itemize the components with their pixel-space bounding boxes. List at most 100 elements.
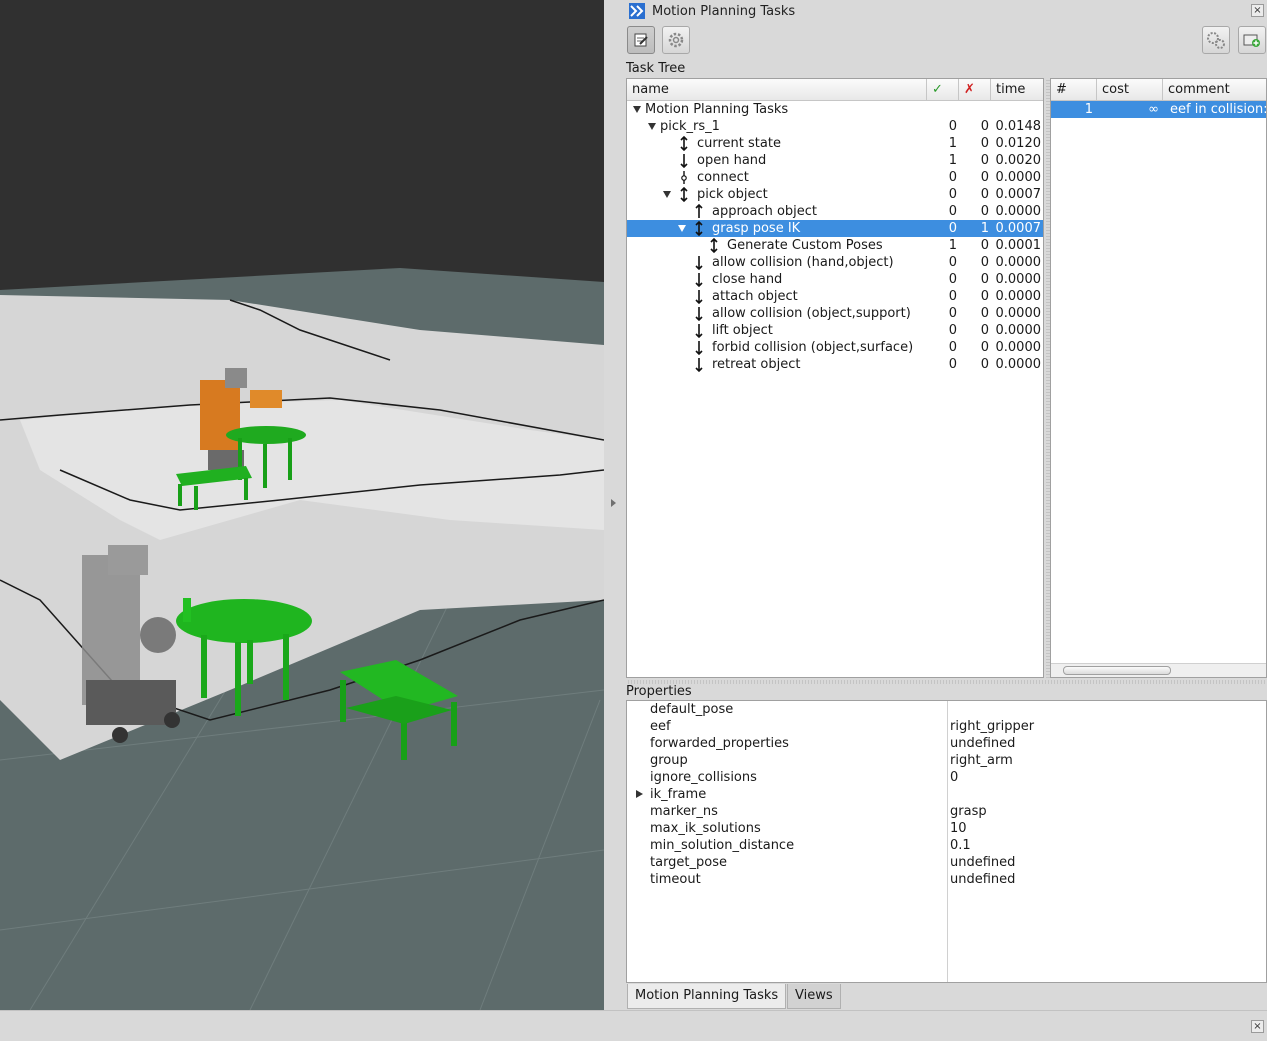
row-name: attach object xyxy=(712,289,798,304)
tree-row[interactable]: Generate Custom Poses 1 0 0.0001 xyxy=(627,237,1043,254)
tab-views[interactable]: Views xyxy=(787,984,841,1009)
task-tree[interactable]: name ✓ ✗ time Motion Planning Tasks pick… xyxy=(626,78,1044,678)
property-value[interactable]: 0.1 xyxy=(950,837,971,854)
row-name: retreat object xyxy=(712,357,801,372)
tree-row[interactable]: pick_rs_1 0 0 0.0148 xyxy=(627,118,1043,135)
property-row[interactable]: target_pose undefined xyxy=(627,854,1266,871)
row-time: 0.0000 xyxy=(995,323,1042,338)
panel-title-bar[interactable]: Motion Planning Tasks xyxy=(626,0,1267,22)
connect-icon xyxy=(681,171,687,184)
horizontal-scrollbar[interactable] xyxy=(1051,663,1266,677)
status-close-icon[interactable]: × xyxy=(1251,1020,1264,1033)
expand-triangle-icon[interactable] xyxy=(663,191,671,198)
row-failure-count: 0 xyxy=(980,340,989,355)
properties-table[interactable]: default_pose eef right_gripper forwarded… xyxy=(626,700,1267,983)
down-arrow-icon xyxy=(680,154,688,169)
tree-row[interactable]: connect 0 0 0.0000 xyxy=(627,169,1043,186)
edit-mode-button[interactable] xyxy=(627,26,655,54)
tab-motion-planning-tasks[interactable]: Motion Planning Tasks xyxy=(627,984,787,1009)
row-success-count: 0 xyxy=(948,221,957,236)
tree-row[interactable]: retreat object 0 0 0.0000 xyxy=(627,356,1043,373)
row-time: 0.0000 xyxy=(995,306,1042,321)
tree-row[interactable]: forbid collision (object,surface) 0 0 0.… xyxy=(627,339,1043,356)
property-row[interactable]: group right_arm xyxy=(627,752,1266,769)
row-time: 0.0000 xyxy=(995,289,1042,304)
tree-row[interactable]: allow collision (hand,object) 0 0 0.0000 xyxy=(627,254,1043,271)
tree-row[interactable]: Motion Planning Tasks xyxy=(627,101,1043,118)
add-panel-icon xyxy=(1243,34,1260,47)
tree-row[interactable]: close hand 0 0 0.0000 xyxy=(627,271,1043,288)
row-success-count: 0 xyxy=(948,204,957,219)
row-failure-count: 0 xyxy=(980,238,989,253)
expand-triangle-icon[interactable] xyxy=(636,790,643,798)
tree-row[interactable]: allow collision (object,support) 0 0 0.0… xyxy=(627,305,1043,322)
property-value[interactable]: right_gripper xyxy=(950,718,1034,735)
row-time: 0.0120 xyxy=(995,136,1042,151)
expand-triangle-icon[interactable] xyxy=(678,225,686,232)
property-key: eef xyxy=(650,719,671,734)
expand-triangle-icon[interactable] xyxy=(633,106,641,113)
property-row[interactable]: eef right_gripper xyxy=(627,718,1266,735)
property-key: group xyxy=(650,753,688,768)
tree-row[interactable]: current state 1 0 0.0120 xyxy=(627,135,1043,152)
property-value[interactable]: right_arm xyxy=(950,752,1013,769)
dock-splitter[interactable] xyxy=(604,0,626,1010)
property-row[interactable]: timeout undefined xyxy=(627,871,1266,888)
property-value[interactable]: 10 xyxy=(950,820,967,837)
row-success-count: 1 xyxy=(948,238,957,253)
tree-row[interactable]: open hand 1 0 0.0020 xyxy=(627,152,1043,169)
down-arrow-icon xyxy=(695,256,703,271)
property-row[interactable]: forwarded_properties undefined xyxy=(627,735,1266,752)
solution-cost: ∞ xyxy=(1148,102,1159,117)
row-time: 0.0000 xyxy=(995,255,1042,270)
row-name: allow collision (object,support) xyxy=(712,306,911,321)
tree-row[interactable]: pick object 0 0 0.0007 xyxy=(627,186,1043,203)
row-success-count: 0 xyxy=(948,255,957,270)
row-success-count: 0 xyxy=(948,119,957,134)
row-failure-count: 0 xyxy=(980,187,989,202)
tree-row[interactable]: lift object 0 0 0.0000 xyxy=(627,322,1043,339)
row-name: Motion Planning Tasks xyxy=(645,102,789,117)
solutions-list[interactable]: # cost comment 1 ∞ eef in collision: xyxy=(1050,78,1267,678)
property-value[interactable]: undefined xyxy=(950,871,1015,888)
3d-viewport[interactable] xyxy=(0,0,604,1010)
expand-triangle-icon[interactable] xyxy=(648,123,656,130)
horizontal-splitter[interactable] xyxy=(626,680,1267,684)
scrollbar-thumb[interactable] xyxy=(1063,666,1171,675)
property-value[interactable]: grasp xyxy=(950,803,987,820)
tree-row[interactable]: attach object 0 0 0.0000 xyxy=(627,288,1043,305)
row-time: 0.0000 xyxy=(995,272,1042,287)
row-name: forbid collision (object,surface) xyxy=(712,340,914,355)
property-value[interactable]: undefined xyxy=(950,735,1015,752)
column-header-time[interactable]: time xyxy=(991,79,1043,101)
panel-close-icon[interactable]: × xyxy=(1251,4,1264,17)
column-header-comment[interactable]: comment xyxy=(1163,79,1266,101)
property-row[interactable]: min_solution_distance 0.1 xyxy=(627,837,1266,854)
property-row[interactable]: default_pose xyxy=(627,701,1266,718)
property-row[interactable]: ik_frame xyxy=(627,786,1266,803)
settings-button[interactable] xyxy=(662,26,690,54)
column-header-success[interactable]: ✓ xyxy=(927,79,959,101)
column-header-cost[interactable]: cost xyxy=(1097,79,1163,101)
row-time: 0.0001 xyxy=(995,238,1042,253)
property-row[interactable]: ignore_collisions 0 xyxy=(627,769,1266,786)
task-tree-label: Task Tree xyxy=(626,61,686,76)
property-value[interactable]: undefined xyxy=(950,854,1015,871)
column-header-failure[interactable]: ✗ xyxy=(959,79,991,101)
motion-planning-panel: Motion Planning Tasks × Task Tree name ✓… xyxy=(626,0,1267,1010)
add-panel-button[interactable] xyxy=(1238,26,1266,54)
gears-button[interactable] xyxy=(1202,26,1230,54)
collapse-arrow-icon[interactable] xyxy=(611,499,616,507)
row-success-count: 0 xyxy=(948,306,957,321)
property-row[interactable]: max_ik_solutions 10 xyxy=(627,820,1266,837)
rviz-window: Motion Planning Tasks × Task Tree name ✓… xyxy=(0,0,1267,1041)
solution-index: 1 xyxy=(1084,102,1093,117)
property-value[interactable]: 0 xyxy=(950,769,958,786)
solution-row-selected[interactable]: 1 ∞ eef in collision: xyxy=(1051,101,1266,118)
row-time: 0.0000 xyxy=(995,170,1042,185)
property-row[interactable]: marker_ns grasp xyxy=(627,803,1266,820)
tree-row[interactable]: approach object 0 0 0.0000 xyxy=(627,203,1043,220)
column-header-index[interactable]: # xyxy=(1051,79,1097,101)
column-header-name[interactable]: name xyxy=(627,79,927,101)
tree-row-selected[interactable]: grasp pose IK 0 1 0.0007 xyxy=(627,220,1043,237)
